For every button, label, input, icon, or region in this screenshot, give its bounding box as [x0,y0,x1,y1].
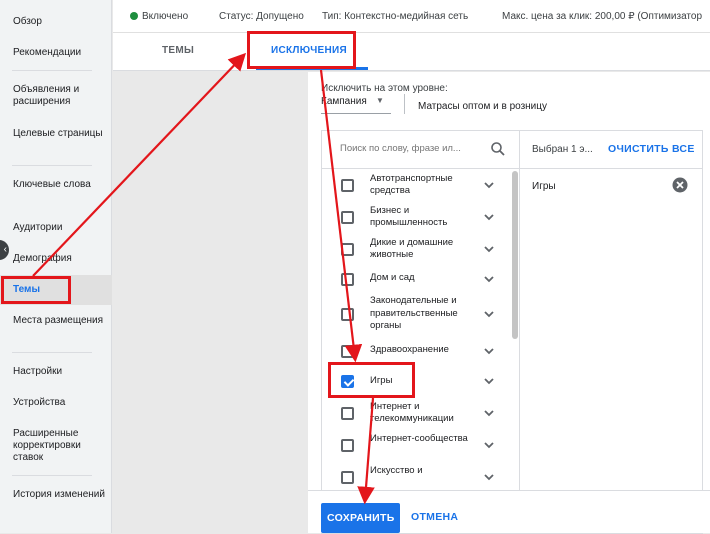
search-row [322,131,519,169]
category-row[interactable]: Дом и сад [322,265,510,292]
category-label: Автотранспортные средства [370,172,453,197]
sidebar-item-overview[interactable]: Обзор [13,16,109,28]
chevron-down-icon[interactable] [484,347,494,355]
chevron-down-icon[interactable] [484,182,494,189]
sidebar-divider [12,475,92,476]
category-row[interactable]: Здравоохранение [322,336,510,365]
selected-list: Игры [520,169,703,533]
category-row[interactable]: Интернет и телекоммуникации [322,397,510,429]
sidebar-item-audiences[interactable]: Аудитории [13,222,109,234]
category-row[interactable]: Искусство и [322,461,510,493]
category-checkbox[interactable] [341,211,354,224]
category-label: Бизнес и промышленность [370,204,448,229]
annotation-box-exclusions [247,31,356,69]
selected-item-label: Игры [532,181,556,192]
sidebar-item-landing-pages[interactable]: Целевые страницы [13,128,109,140]
search-input[interactable] [340,143,480,154]
status-enabled-icon [130,12,138,20]
cancel-button[interactable]: ОТМЕНА [411,511,458,523]
category-label: Законодательные и правительственные орга… [370,295,458,332]
chevron-down-icon[interactable] [484,410,494,417]
max-cpc: Макс. цена за клик: 200,00 ₽ (Оптимизато… [502,11,703,22]
exclude-level-dropdown[interactable]: Кампания ▼ [321,96,391,114]
selected-header: Выбран 1 э... ОЧИСТИТЬ ВСЕ [520,131,703,169]
category-checkbox[interactable] [341,179,354,192]
status-approval: Статус: Допущено [219,11,304,22]
category-label: Дом и сад [370,272,415,284]
chevron-down-icon[interactable] [484,378,494,385]
sidebar-item-ads[interactable]: Объявления и расширения [13,84,109,108]
campaign-type: Тип: Контекстно-медийная сеть [322,11,469,22]
category-checkbox[interactable] [341,243,354,256]
vertical-separator [404,94,405,114]
category-row[interactable]: Законодательные и правительственные орга… [322,292,510,336]
annotation-box-topics [1,276,71,304]
sidebar-item-bid-adjustments[interactable]: Расширенные корректировки ставок [13,428,109,464]
tab-bar: ТЕМЫ ИСКЛЮЧЕНИЯ [113,33,710,71]
sidebar-divider [12,352,92,353]
category-checkbox[interactable] [341,308,354,321]
category-label: Здравоохранение [370,344,449,356]
category-row[interactable]: Интернет-сообщества [322,429,510,461]
sidebar-item-devices[interactable]: Устройства [13,397,109,409]
annotation-box-games [328,362,415,398]
chevron-down-icon[interactable] [484,311,494,318]
exclude-level-label: Исключить на этом уровне: [321,83,448,94]
chevron-down-icon[interactable] [484,474,494,481]
campaign-status-bar: Включено Статус: Допущено Тип: Контекстн… [113,0,710,33]
category-row[interactable]: Бизнес и промышленность [322,201,510,233]
category-picker: Автотранспортные средства Бизнес и промыш… [321,130,703,534]
category-label: Дикие и домашние животные [370,236,454,261]
selected-count: Выбран 1 э... [532,144,593,155]
sidebar-divider [12,165,92,166]
exclusions-panel: Исключить на этом уровне: Кампания ▼ Мат… [308,72,710,534]
category-checkbox[interactable] [341,471,354,484]
sidebar-divider [12,70,92,71]
list-scrollbar[interactable] [512,171,518,339]
category-checkbox[interactable] [341,407,354,420]
category-list: Автотранспортные средства Бизнес и промыш… [322,169,510,533]
campaign-name: Матрасы оптом и в розницу [418,101,547,112]
chevron-down-icon[interactable] [484,246,494,253]
sidebar-item-change-history[interactable]: История изменений [13,489,109,501]
remove-selection-icon[interactable] [672,177,688,193]
category-label: Искусство и [370,464,423,476]
category-checkbox[interactable] [341,439,354,452]
category-row[interactable]: Дикие и домашние животные [322,233,510,265]
dropdown-arrow-icon: ▼ [376,96,384,105]
chevron-down-icon[interactable] [484,275,494,283]
sidebar-item-settings[interactable]: Настройки [13,366,109,378]
sidebar-item-placements[interactable]: Места размещения [13,315,109,327]
sidebar-item-demographics[interactable]: Демография [13,253,109,265]
category-row[interactable]: Автотранспортные средства [322,169,510,201]
tab-topics[interactable]: ТЕМЫ [162,45,194,56]
status-state: Включено [142,11,189,22]
action-footer: СОХРАНИТЬ ОТМЕНА [308,490,710,533]
sidebar-nav: Обзор Рекомендации Объявления и расширен… [0,0,112,533]
chevron-down-icon[interactable] [484,214,494,221]
category-checkbox[interactable] [341,344,354,358]
category-label: Интернет-сообщества [370,432,468,444]
search-icon[interactable] [490,141,506,157]
sidebar-item-recommendations[interactable]: Рекомендации [13,47,109,59]
clear-all-button[interactable]: ОЧИСТИТЬ ВСЕ [608,143,695,155]
sidebar-item-keywords[interactable]: Ключевые слова [13,179,109,191]
category-checkbox[interactable] [341,272,354,286]
category-label: Интернет и телекоммуникации [370,400,454,425]
chevron-down-icon[interactable] [484,442,494,449]
save-button[interactable]: СОХРАНИТЬ [321,503,400,533]
exclude-level-value: Кампания [321,96,367,107]
